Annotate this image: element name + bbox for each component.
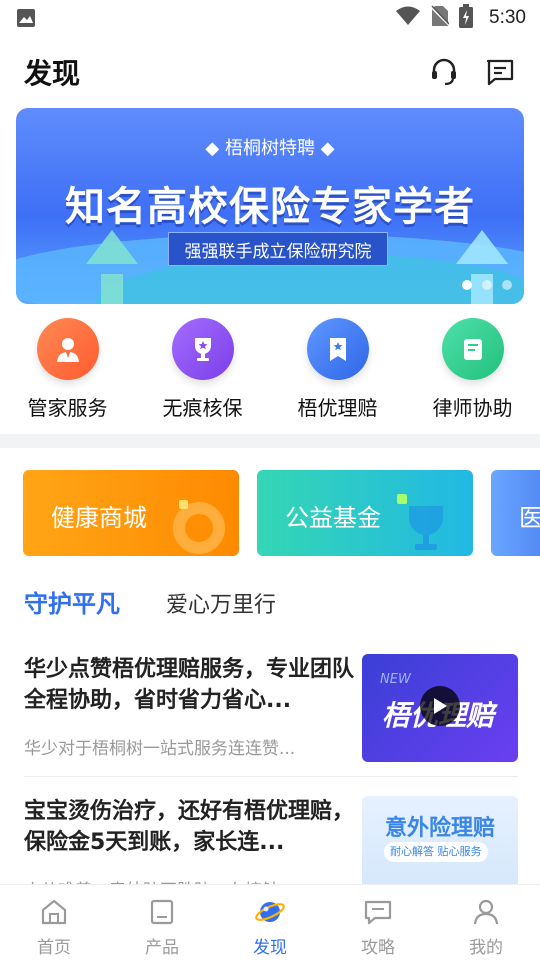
article-desc: 华少对于梧桐树一站式服务连连赞... xyxy=(24,739,296,759)
quick-action-label: 律师协助 xyxy=(432,396,513,420)
article-title: 宝宝烫伤治疗，还好有梧优理赔，保险金5天到账，家长连... xyxy=(24,799,355,855)
status-bar: 5:30 xyxy=(0,0,540,36)
quick-action-label: 管家服务 xyxy=(27,396,108,420)
page-title: 发现 xyxy=(24,57,81,90)
banner-title: 知名高校保险专家学者 xyxy=(65,184,475,230)
tab-guard-ordinary[interactable]: 守护平凡 xyxy=(24,584,120,619)
carousel-dot xyxy=(462,280,472,290)
product-icon xyxy=(145,895,179,929)
claim-icon xyxy=(306,318,369,380)
home-icon xyxy=(37,895,71,929)
bottom-nav: 首页 产品 发现 攻略 我的 xyxy=(0,884,540,960)
nav-label: 产品 xyxy=(145,938,179,958)
app-header: 发现 xyxy=(0,44,540,100)
nav-products[interactable]: 产品 xyxy=(108,885,216,960)
nav-label: 首页 xyxy=(37,938,71,958)
promo-cards: 健康商城 公益基金 医 xyxy=(23,470,540,556)
no-sim-icon xyxy=(430,5,450,31)
user-icon xyxy=(469,895,503,929)
trophy-icon xyxy=(171,318,234,380)
quick-action-claims[interactable]: 梧优理赔 xyxy=(270,318,405,428)
nav-label: 攻略 xyxy=(361,938,395,958)
banner-tag: 强强联手成立保险研究院 xyxy=(168,232,388,266)
card-label: 公益基金 xyxy=(285,504,381,532)
charity-fund-card[interactable]: 公益基金 xyxy=(257,470,473,556)
status-time: 5:30 xyxy=(489,7,526,28)
banner-arrow-decoration xyxy=(101,274,123,304)
planet-icon xyxy=(253,895,287,929)
article-item[interactable]: 华少点赞梧优理赔服务，专业团队全程协助，省时省力省心... 华少对于梧桐树一站式… xyxy=(24,654,518,762)
thumb-pill: 耐心解答 贴心服务 xyxy=(384,842,488,862)
banner-arrow-decoration xyxy=(456,230,508,264)
content-tabs: 守护平凡 爱心万里行 xyxy=(24,584,276,619)
carousel-dot xyxy=(482,280,492,290)
section-divider xyxy=(0,434,540,448)
quick-actions: 管家服务 无痕核保 梧优理赔 律师协助 xyxy=(0,318,540,428)
chat-bubble-icon xyxy=(361,895,395,929)
play-icon[interactable] xyxy=(420,686,460,726)
quick-action-butler-service[interactable]: 管家服务 xyxy=(0,318,135,428)
nav-home[interactable]: 首页 xyxy=(0,885,108,960)
document-icon xyxy=(441,318,504,380)
quick-action-underwriting[interactable]: 无痕核保 xyxy=(135,318,270,428)
nav-discover[interactable]: 发现 xyxy=(216,885,324,960)
butler-icon xyxy=(36,318,99,380)
message-icon[interactable] xyxy=(484,56,516,88)
ring-icon xyxy=(173,500,225,554)
nav-guides[interactable]: 攻略 xyxy=(324,885,432,960)
trophy-icon xyxy=(397,494,443,550)
carousel-indicator xyxy=(462,280,512,290)
medical-card[interactable]: 医 xyxy=(491,470,540,556)
quick-action-label: 梧优理赔 xyxy=(297,396,378,420)
banner-subtitle: ◆ 梧桐树特聘 ◆ xyxy=(205,138,335,159)
banner-arrow-decoration xyxy=(86,230,138,264)
customer-service-icon[interactable] xyxy=(428,56,460,88)
article-thumbnail[interactable]: NEW 梧优理赔 xyxy=(362,654,518,762)
card-label: 医 xyxy=(519,504,540,532)
nav-label: 我的 xyxy=(469,938,503,958)
promo-banner[interactable]: ◆ 梧桐树特聘 ◆ 知名高校保险专家学者 强强联手成立保险研究院 xyxy=(16,108,524,304)
carousel-dot xyxy=(502,280,512,290)
thumb-title: 意外险理赔 xyxy=(384,816,495,841)
tab-love-journey[interactable]: 爱心万里行 xyxy=(166,587,276,619)
list-divider xyxy=(24,776,518,777)
gallery-icon xyxy=(16,8,36,28)
quick-action-label: 无痕核保 xyxy=(162,396,243,420)
article-title: 华少点赞梧优理赔服务，专业团队全程协助，省时省力省心... xyxy=(24,657,355,713)
nav-profile[interactable]: 我的 xyxy=(432,885,540,960)
card-label: 健康商城 xyxy=(51,504,147,532)
quick-action-lawyer[interactable]: 律师协助 xyxy=(405,318,540,428)
nav-label: 发现 xyxy=(253,938,287,958)
thumb-badge: NEW xyxy=(380,672,411,687)
battery-charging-icon xyxy=(459,4,474,32)
wifi-icon xyxy=(395,6,421,30)
health-mall-card[interactable]: 健康商城 xyxy=(23,470,239,556)
